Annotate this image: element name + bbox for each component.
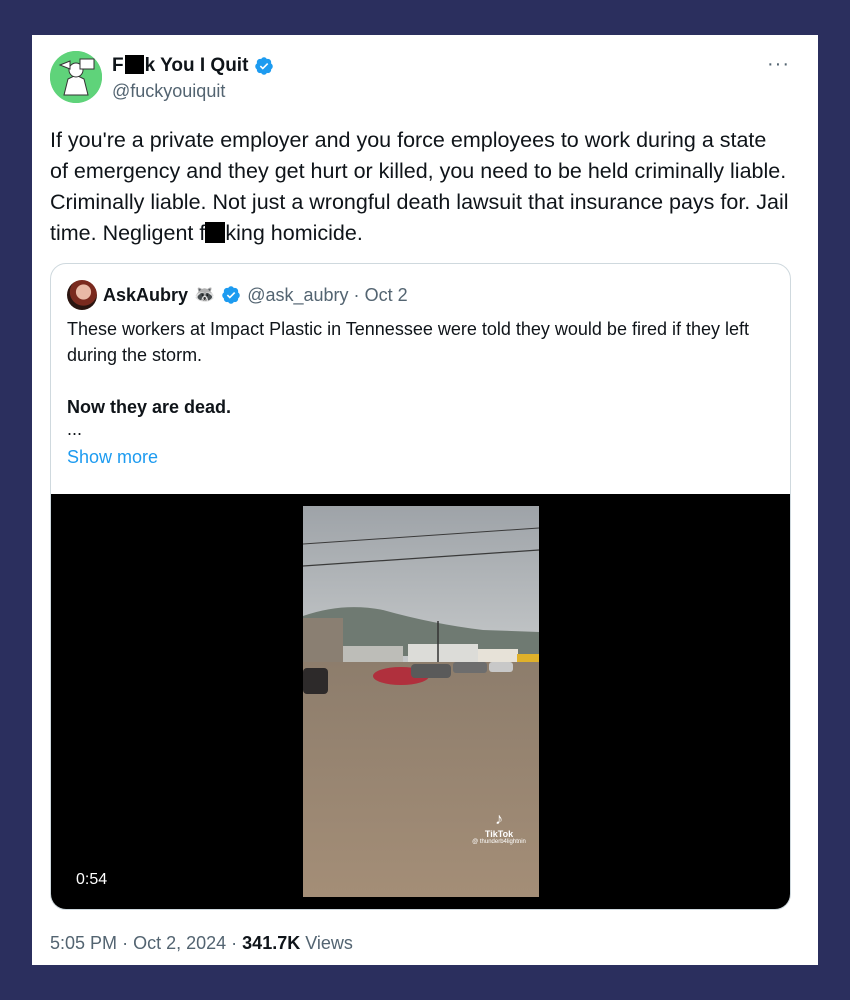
tweet-date[interactable]: Oct 2, 2024 (133, 933, 226, 953)
tweet-metadata: 5:05 PM · Oct 2, 2024 · 341.7K Views (50, 933, 353, 953)
video-duration: 0:54 (76, 871, 108, 888)
tweet-card: Fk You I Quit @fuckyouiquit ··· If you'r… (32, 35, 818, 965)
video-player[interactable]: ♪ TikTok @ thunderb4lightnin 0:54 (51, 494, 790, 909)
tweet-time[interactable]: 5:05 PM (50, 933, 117, 953)
raccoon-emoji-icon: 🦝 (194, 285, 216, 304)
tiktok-watermark: ♪ TikTok @ thunderb4lightnin (463, 811, 535, 845)
tiktok-logo-icon: ♪ (495, 811, 503, 828)
quoted-paragraph-1: These workers at Impact Plastic in Tenne… (67, 319, 750, 365)
show-more-link[interactable]: Show more (67, 447, 158, 468)
verified-badge-icon (255, 57, 274, 75)
quoted-author-handle[interactable]: @ask_aubry · Oct 2 (247, 285, 407, 306)
more-options-icon[interactable]: ··· (767, 53, 790, 76)
redaction-box (205, 222, 226, 243)
redaction-box (124, 55, 144, 74)
quoted-author-name[interactable]: AskAubry (103, 285, 188, 306)
video-thumbnail[interactable]: ♪ TikTok @ thunderb4lightnin (303, 506, 539, 897)
quoted-ellipsis: ... (67, 419, 83, 439)
views-count: 341.7K (242, 933, 301, 953)
author-name-row[interactable]: Fk You I Quit (112, 55, 274, 77)
author-handle[interactable]: @fuckyouiquit (112, 81, 225, 102)
quoted-tweet-text: These workers at Impact Plastic in Tenne… (67, 316, 772, 438)
author-name[interactable]: Fk You I Quit (112, 55, 248, 77)
views-label: Views (305, 933, 353, 953)
quoted-paragraph-2: Now they are dead. (67, 397, 232, 417)
quoted-tweet[interactable]: AskAubry 🦝 @ask_aubry · Oct 2 These work… (50, 263, 791, 910)
verified-badge-icon (222, 286, 240, 304)
author-avatar[interactable] (50, 51, 102, 103)
tweet-text: If you're a private employer and you for… (50, 128, 789, 245)
quoted-author-avatar[interactable] (67, 280, 97, 310)
quoted-tweet-header: AskAubry 🦝 @ask_aubry · Oct 2 (67, 280, 408, 310)
